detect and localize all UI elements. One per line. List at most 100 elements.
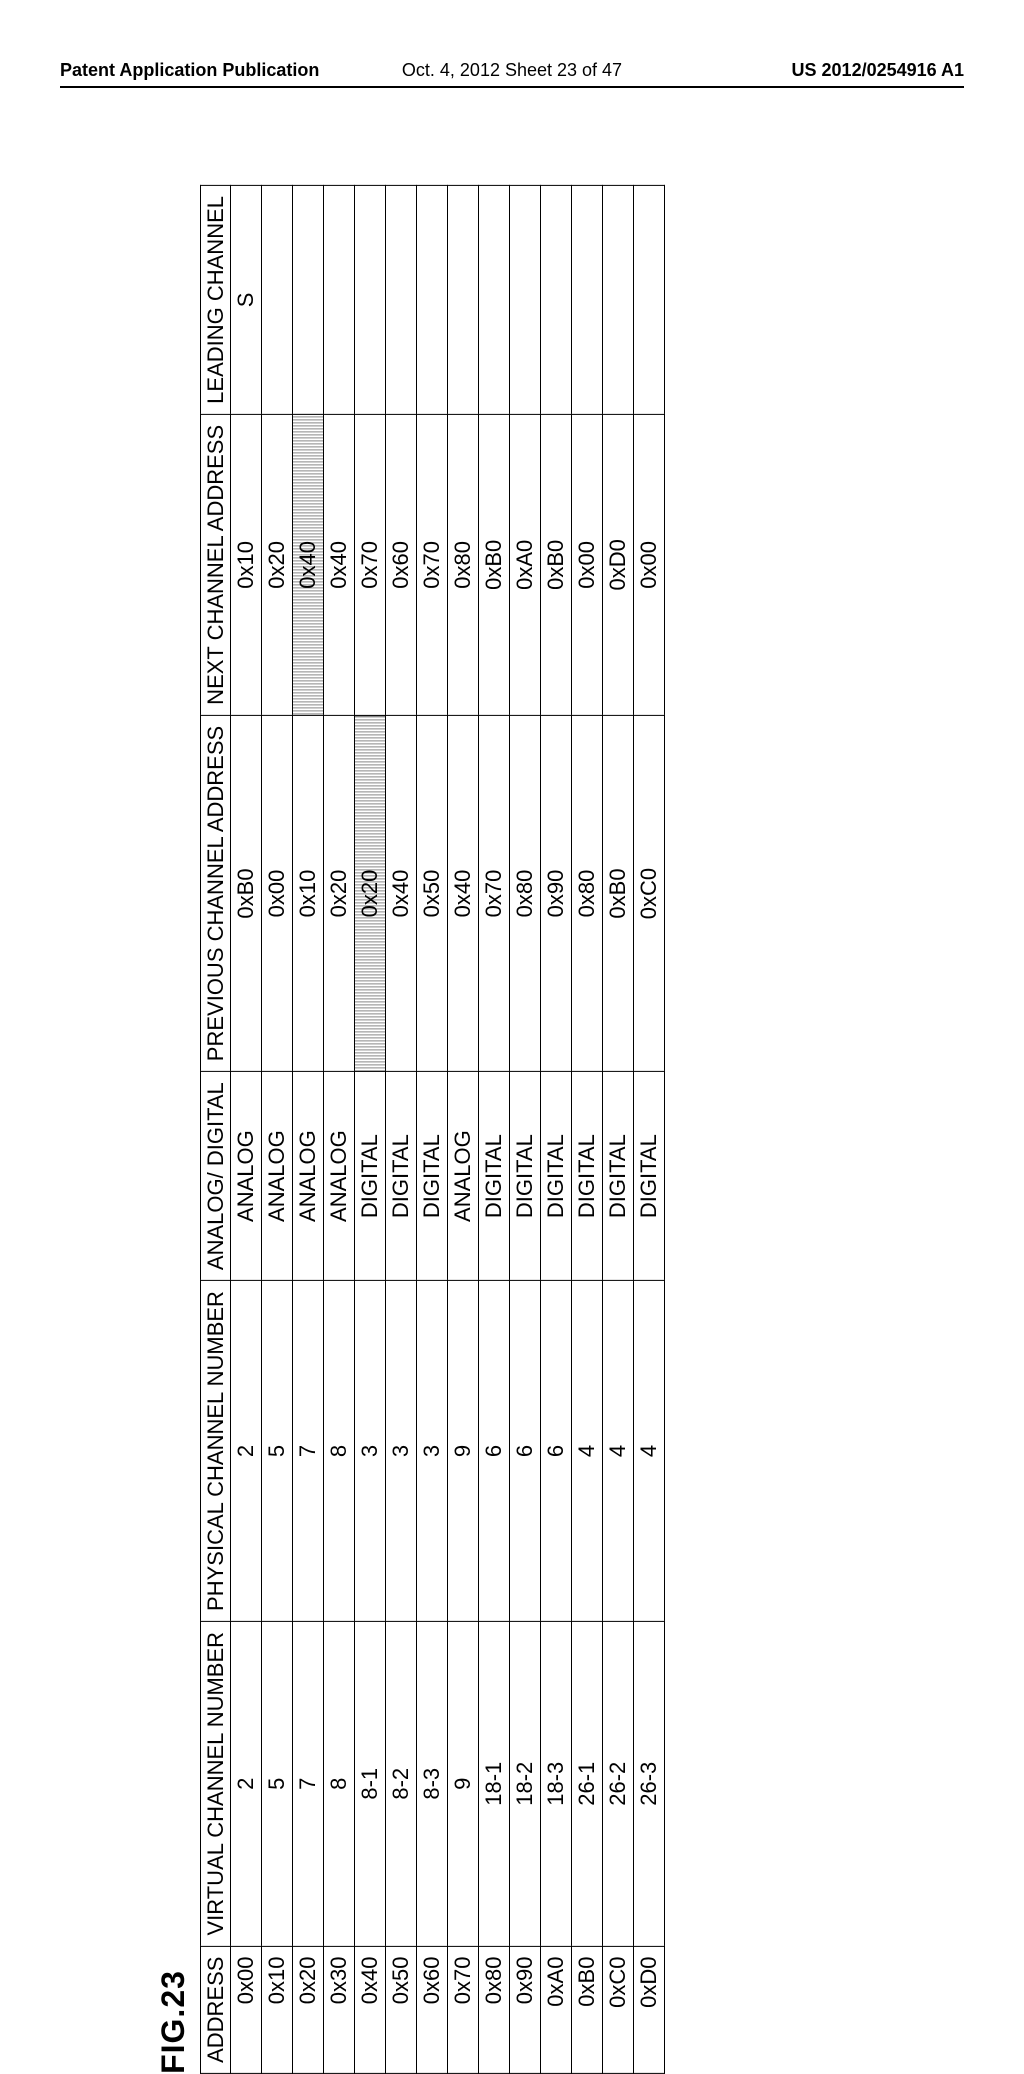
cell-leading (603, 186, 634, 415)
table-row: 0x508-23DIGITAL0x400x60 (386, 186, 417, 2074)
table-row: 0x0022ANALOG0xB00x10S (231, 186, 262, 2074)
table-row: 0xC026-24DIGITAL0xB00xD0 (603, 186, 634, 2074)
col-prev: PREVIOUS CHANNEL ADDRESS (201, 715, 231, 1071)
cell-next: 0x40 (324, 414, 355, 715)
cell-address: 0xD0 (634, 1946, 665, 2073)
col-address: ADDRESS (201, 1946, 231, 2073)
cell-leading (448, 186, 479, 415)
cell-leading (324, 186, 355, 415)
cell-analog-digital: ANALOG (231, 1072, 262, 1281)
header-right: US 2012/0254916 A1 (792, 60, 964, 81)
cell-prev: 0x20 (355, 715, 386, 1071)
cell-next: 0x20 (262, 414, 293, 715)
cell-address: 0x10 (262, 1946, 293, 2073)
cell-prev: 0x40 (386, 715, 417, 1071)
cell-physical: 4 (603, 1281, 634, 1622)
cell-leading (572, 186, 603, 415)
figure-label: FIG.23 (155, 185, 192, 2074)
table-row: 0x608-33DIGITAL0x500x70 (417, 186, 448, 2074)
cell-next: 0xA0 (510, 414, 541, 715)
table-row: 0x7099ANALOG0x400x80 (448, 186, 479, 2074)
cell-address: 0x20 (293, 1946, 324, 2073)
cell-prev: 0x70 (479, 715, 510, 1071)
cell-virtual: 26-1 (572, 1621, 603, 1946)
cell-prev: 0x80 (572, 715, 603, 1071)
cell-prev: 0x10 (293, 715, 324, 1071)
cell-physical: 2 (231, 1281, 262, 1622)
cell-leading (386, 186, 417, 415)
cell-physical: 8 (324, 1281, 355, 1622)
cell-virtual: 8-2 (386, 1621, 417, 1946)
cell-prev: 0x00 (262, 715, 293, 1071)
cell-next: 0x00 (572, 414, 603, 715)
cell-physical: 4 (572, 1281, 603, 1622)
cell-next: 0xD0 (603, 414, 634, 715)
cell-analog-digital: DIGITAL (510, 1072, 541, 1281)
col-physical: PHYSICAL CHANNEL NUMBER (201, 1281, 231, 1622)
cell-analog-digital: ANALOG (324, 1072, 355, 1281)
figure-rotated-wrap: FIG.23 ADDRESS VIRTUAL CHANNEL NUMBER PH… (155, 0, 665, 185)
cell-leading (634, 186, 665, 415)
cell-prev: 0x50 (417, 715, 448, 1071)
cell-prev: 0xB0 (231, 715, 262, 1071)
cell-prev: 0xB0 (603, 715, 634, 1071)
cell-physical: 6 (541, 1281, 572, 1622)
cell-leading (355, 186, 386, 415)
cell-physical: 4 (634, 1281, 665, 1622)
cell-physical: 5 (262, 1281, 293, 1622)
table-row: 0x3088ANALOG0x200x40 (324, 186, 355, 2074)
cell-address: 0x90 (510, 1946, 541, 2073)
cell-analog-digital: DIGITAL (572, 1072, 603, 1281)
cell-leading: S (231, 186, 262, 415)
col-virtual: VIRTUAL CHANNEL NUMBER (201, 1621, 231, 1946)
cell-leading (417, 186, 448, 415)
cell-next: 0xB0 (479, 414, 510, 715)
cell-address: 0x70 (448, 1946, 479, 2073)
cell-analog-digital: ANALOG (448, 1072, 479, 1281)
cell-virtual: 18-3 (541, 1621, 572, 1946)
cell-leading (293, 186, 324, 415)
col-analog: ANALOG/ DIGITAL (201, 1072, 231, 1281)
cell-virtual: 5 (262, 1621, 293, 1946)
cell-physical: 3 (386, 1281, 417, 1622)
table-row: 0x1055ANALOG0x000x20 (262, 186, 293, 2074)
cell-analog-digital: DIGITAL (603, 1072, 634, 1281)
cell-address: 0x00 (231, 1946, 262, 2073)
cell-leading (262, 186, 293, 415)
cell-next: 0xB0 (541, 414, 572, 715)
cell-prev: 0x20 (324, 715, 355, 1071)
channel-table: ADDRESS VIRTUAL CHANNEL NUMBER PHYSICAL … (200, 185, 665, 2074)
cell-virtual: 8-1 (355, 1621, 386, 1946)
cell-prev: 0x80 (510, 715, 541, 1071)
cell-address: 0xC0 (603, 1946, 634, 2073)
cell-address: 0x30 (324, 1946, 355, 2073)
cell-analog-digital: DIGITAL (541, 1072, 572, 1281)
cell-next: 0x00 (634, 414, 665, 715)
cell-next: 0x70 (355, 414, 386, 715)
cell-virtual: 26-3 (634, 1621, 665, 1946)
cell-leading (479, 186, 510, 415)
cell-virtual: 8 (324, 1621, 355, 1946)
cell-address: 0x60 (417, 1946, 448, 2073)
table-row: 0x8018-16DIGITAL0x700xB0 (479, 186, 510, 2074)
cell-address: 0x80 (479, 1946, 510, 2073)
cell-physical: 9 (448, 1281, 479, 1622)
cell-virtual: 2 (231, 1621, 262, 1946)
cell-address: 0x40 (355, 1946, 386, 2073)
cell-analog-digital: DIGITAL (634, 1072, 665, 1281)
cell-leading (510, 186, 541, 415)
cell-physical: 3 (417, 1281, 448, 1622)
cell-next: 0x70 (417, 414, 448, 715)
table-row: 0xD026-34DIGITAL0xC00x00 (634, 186, 665, 2074)
table-row: 0x9018-26DIGITAL0x800xA0 (510, 186, 541, 2074)
col-next: NEXT CHANNEL ADDRESS (201, 414, 231, 715)
cell-virtual: 9 (448, 1621, 479, 1946)
table-row: 0xA018-36DIGITAL0x900xB0 (541, 186, 572, 2074)
cell-next: 0x10 (231, 414, 262, 715)
cell-address: 0xB0 (572, 1946, 603, 2073)
cell-physical: 3 (355, 1281, 386, 1622)
cell-address: 0xA0 (541, 1946, 572, 2073)
cell-analog-digital: DIGITAL (355, 1072, 386, 1281)
cell-prev: 0x40 (448, 715, 479, 1071)
cell-leading (541, 186, 572, 415)
